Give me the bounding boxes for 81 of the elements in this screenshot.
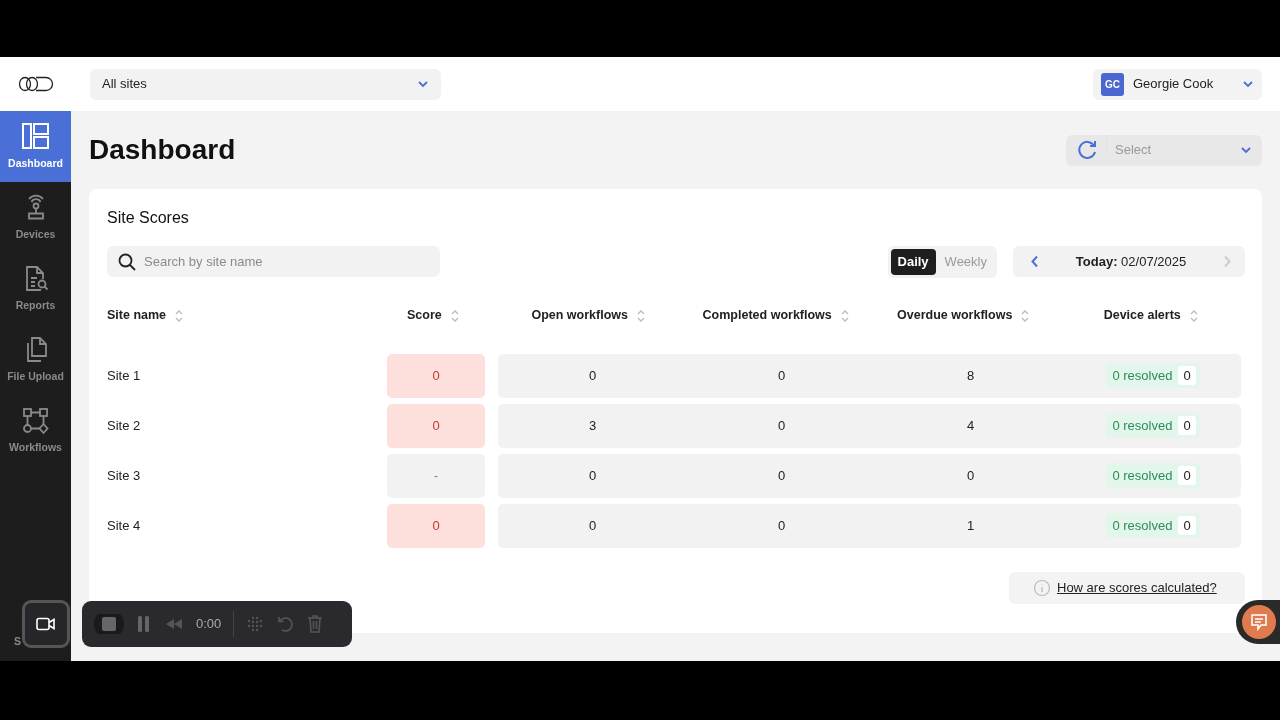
table-cell-text: Site 3 — [107, 466, 142, 485]
timer: 0:00 — [196, 615, 222, 634]
resolved-label: 0 resolved — [1112, 416, 1173, 435]
table-cell-text: 0 — [587, 466, 598, 485]
sidebar-item[interactable]: Workflows — [0, 395, 71, 466]
table-cell-text: 4 — [965, 416, 976, 435]
sort-icon — [635, 309, 646, 322]
sort-icon — [1188, 309, 1199, 322]
search-field[interactable]: Search by site name — [107, 246, 440, 278]
chat-icon — [1250, 613, 1268, 631]
column-header[interactable]: Site name — [107, 306, 185, 325]
previous-button[interactable] — [1031, 255, 1039, 269]
logo-icon — [18, 76, 54, 92]
stop-icon — [94, 614, 124, 634]
column-header[interactable]: Completed workflows — [702, 306, 850, 325]
table-cell-text: 0 — [776, 466, 787, 485]
sort-icon — [839, 309, 850, 322]
avatar: GC — [1101, 72, 1124, 96]
alert-count: 0 — [1178, 515, 1196, 536]
section-title: Site Scores — [107, 208, 190, 228]
date-label: Today: 02/07/2025 — [1075, 253, 1187, 271]
chevron-down-icon — [417, 80, 429, 88]
score-cell: - — [387, 453, 485, 498]
score-cell: 0 — [387, 403, 485, 448]
table-cell-text: 0 — [587, 516, 598, 535]
site-filter-dropdown[interactable]: All sites — [90, 68, 441, 100]
delete-button[interactable] — [306, 614, 325, 634]
page-title: Dashboard — [89, 133, 236, 167]
table-cell-text: 0 — [965, 466, 976, 485]
sort-icon — [449, 309, 460, 322]
workflow-icon — [21, 405, 50, 435]
trash-icon — [306, 614, 325, 634]
table-cell-text: Site 2 — [107, 416, 142, 435]
grid-button[interactable] — [246, 614, 265, 634]
stop-button[interactable] — [94, 614, 124, 634]
next-button[interactable] — [1223, 255, 1231, 269]
video-camera-icon — [36, 617, 56, 631]
search-icon — [118, 253, 136, 272]
table-cell-text: 0 — [776, 416, 787, 435]
table-cell-text: Site 1 — [107, 366, 142, 385]
chevron-left-icon — [1031, 255, 1039, 269]
info-icon — [1033, 578, 1051, 597]
column-header[interactable]: Score — [407, 306, 460, 325]
sort-icon — [1020, 309, 1031, 322]
sidebar-item[interactable]: Reports — [0, 253, 71, 324]
sort-icon — [174, 309, 185, 322]
sidebar-item[interactable]: Devices — [0, 182, 71, 253]
sidebar-label: S — [14, 634, 21, 649]
table-cell-text: 0 — [587, 366, 598, 385]
alert-count: 0 — [1178, 465, 1196, 486]
column-header[interactable]: Device alerts — [1103, 306, 1199, 325]
pause-button[interactable] — [136, 614, 152, 634]
dots-grid-icon — [246, 614, 265, 634]
dashboard-icon — [21, 121, 50, 151]
camera-button[interactable] — [22, 600, 70, 648]
table-cell-text: 0 — [776, 366, 787, 385]
table-cell-text: 3 — [587, 416, 598, 435]
resolved-label: 0 resolved — [1112, 516, 1173, 535]
restart-button[interactable] — [276, 614, 295, 634]
user-menu[interactable]: GC Georgie Cook — [1093, 68, 1262, 100]
chevron-down-icon — [1240, 146, 1252, 154]
alert-count: 0 — [1178, 415, 1196, 436]
column-header[interactable]: Overdue workflows — [897, 306, 1031, 325]
alert-count: 0 — [1178, 365, 1196, 386]
refresh-icon — [1076, 139, 1098, 161]
table-cell-text: 0 — [776, 516, 787, 535]
table-cell-text: 8 — [965, 366, 976, 385]
column-header[interactable]: Open workflows — [531, 306, 646, 325]
chevron-right-icon — [1223, 255, 1231, 269]
chevron-down-icon — [1242, 80, 1254, 88]
table-cell-text: 1 — [965, 516, 976, 535]
restart-icon — [276, 614, 295, 634]
score-cell: 0 — [387, 353, 485, 398]
table-cell-text: Site 4 — [107, 516, 142, 535]
resolved-label: 0 resolved — [1112, 466, 1173, 485]
period-tab[interactable]: Daily — [890, 249, 936, 275]
score-cell: 0 — [387, 503, 485, 548]
pause-icon — [136, 614, 152, 634]
resolved-label: 0 resolved — [1112, 366, 1173, 385]
sidebar-item[interactable]: File Upload — [0, 324, 71, 395]
sidebar-item[interactable]: Dashboard — [0, 111, 71, 182]
